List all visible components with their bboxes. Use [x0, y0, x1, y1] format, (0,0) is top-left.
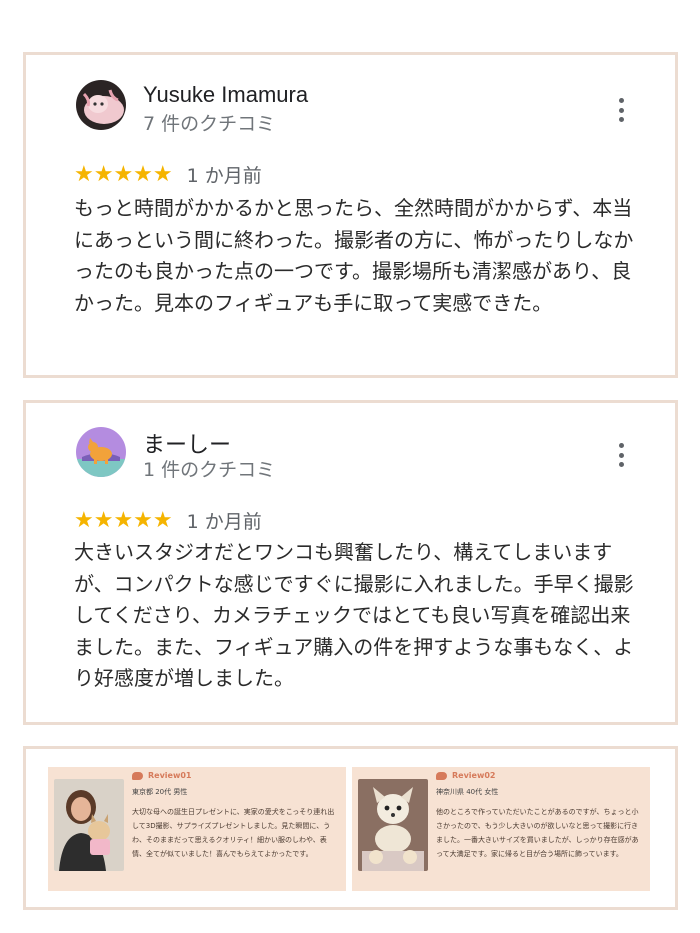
review-banner: Review01 東京都 20代 男性 大切な母への誕生日プレゼントに、実家の愛… — [48, 767, 346, 891]
review-tag: Review02 — [436, 771, 496, 780]
star-rating: ★★★★★ — [74, 507, 173, 533]
customer-reviews-banner: Review01 東京都 20代 男性 大切な母への誕生日プレゼントに、実家の愛… — [23, 746, 678, 910]
review-text: もっと時間がかかるかと思ったら、全然時間がかからず、本当にあっという間に終わった… — [74, 196, 634, 315]
avatar[interactable] — [76, 427, 126, 477]
avatar[interactable] — [76, 80, 126, 130]
review-card: Yusuke Imamura 7 件のクチコミ ★★★★★ 1 か月前 もっと時… — [23, 52, 678, 378]
review-tag-label: Review02 — [452, 771, 496, 780]
more-vert-icon[interactable] — [616, 443, 626, 467]
customer-meta: 神奈川県 40代 女性 — [436, 788, 499, 796]
review-tag: Review01 — [132, 771, 192, 780]
star-rating: ★★★★★ — [74, 161, 173, 187]
review-banner: Review02 神奈川県 40代 女性 他のところで作っていただいたことがある… — [352, 767, 650, 891]
speech-bubble-icon — [132, 771, 143, 780]
banner-review-text: 大切な母への誕生日プレゼントに、実家の愛犬をこっそり連れ出して3D撮影、サプライ… — [132, 808, 335, 858]
customer-meta: 東京都 20代 男性 — [132, 788, 188, 796]
review-tag-label: Review01 — [148, 771, 192, 780]
review-count: 1 件のクチコミ — [143, 459, 276, 481]
review-text: 大きいスタジオだとワンコも興奮したり、構えてしまいますが、コンパクトな感じですぐ… — [74, 540, 634, 690]
speech-bubble-icon — [436, 771, 447, 780]
rating-row: ★★★★★ 1 か月前 — [74, 161, 262, 188]
customer-photo — [54, 779, 124, 871]
review-date: 1 か月前 — [186, 511, 262, 533]
more-vert-icon[interactable] — [616, 98, 626, 122]
review-date: 1 か月前 — [186, 165, 262, 187]
review-card: まーしー 1 件のクチコミ ★★★★★ 1 か月前 大きいスタジオだとワンコも興… — [23, 400, 678, 725]
customer-photo — [358, 779, 428, 871]
banner-review-text: 他のところで作っていただいたことがあるのですが、ちょっと小さかったので、もう少し… — [436, 808, 639, 858]
reviewer-name[interactable]: Yusuke Imamura — [143, 82, 308, 108]
rating-row: ★★★★★ 1 か月前 — [74, 507, 262, 534]
review-count: 7 件のクチコミ — [143, 113, 276, 135]
